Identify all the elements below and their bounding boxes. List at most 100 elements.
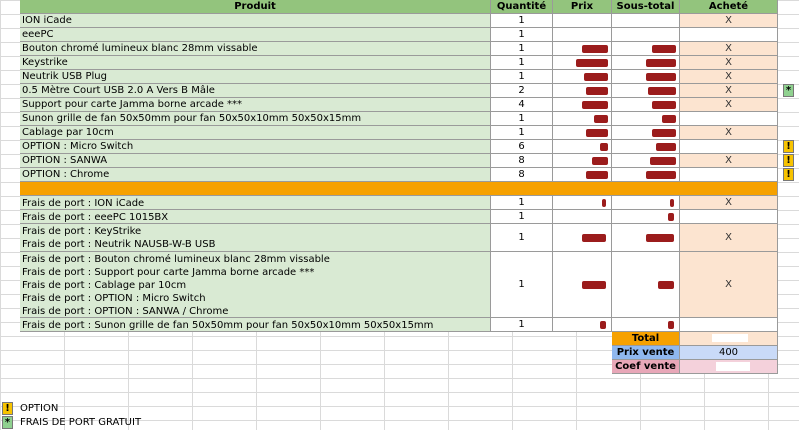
coef-vente-value[interactable] [680,360,778,374]
shipping-quantity: 1 [491,252,553,318]
redacted-subtotal [662,115,676,123]
shipping-line: Frais de port : OPTION : SANWA / Chrome [22,306,229,317]
product-name[interactable]: Neutrik USB Plug [20,70,491,84]
redacted-price [576,59,608,67]
quantity-cell: 4 [491,98,553,112]
bought-cell [680,168,778,182]
product-name[interactable]: OPTION : Chrome [20,168,491,182]
shipping-bought: X [680,196,778,210]
shipping-description: Frais de port : Bouton chromé lumineux b… [20,252,491,318]
redacted-subtotal [670,199,674,207]
redacted-price [600,321,606,329]
shipping-line: Frais de port : KeyStrike [22,226,142,237]
total-value [680,332,778,346]
product-name[interactable]: Bouton chromé lumineux blanc 28mm vissab… [20,42,491,56]
quantity-cell: 6 [491,140,553,154]
redacted-subtotal [658,281,674,289]
prix-vente-value[interactable]: 400 [680,346,778,360]
quantity-cell: 8 [491,154,553,168]
shipping-quantity: 1 [491,318,553,332]
redacted-price [582,234,606,242]
redacted-subtotal [668,213,674,221]
redacted-subtotal [646,234,674,242]
shipping-line: Frais de port : Cablage par 10cm [22,280,187,291]
redacted-price [600,143,608,151]
bought-cell: X [680,154,778,168]
bought-cell: X [680,98,778,112]
shipping-bought [680,210,778,224]
shipping-line: Frais de port : ION iCade [22,198,145,209]
quantity-cell: 1 [491,56,553,70]
header-price: Prix [553,0,612,14]
quantity-cell: 1 [491,112,553,126]
bought-cell [680,140,778,154]
shipping-bought [680,318,778,332]
quantity-cell: 1 [491,28,553,42]
redacted-subtotal [656,143,676,151]
quantity-cell: 1 [491,42,553,56]
total-label: Total [612,332,680,346]
product-name[interactable]: OPTION : Micro Switch [20,140,491,154]
redacted-price [594,115,608,123]
redacted-subtotal [668,321,674,329]
shipping-description: Frais de port : eeePC 1015BX [20,210,491,224]
redacted-subtotal [648,87,676,95]
product-name[interactable]: Sunon grille de fan 50x50mm pour fan 50x… [20,112,491,126]
shipping-quantity: 1 [491,210,553,224]
redacted-subtotal [646,59,676,67]
bought-cell: X [680,42,778,56]
bought-cell: X [680,84,778,98]
price-cell [553,14,612,28]
shipping-line: Frais de port : OPTION : Micro Switch [22,293,206,304]
redacted-subtotal [646,73,676,81]
product-name: Cablage par 10cm [20,126,491,140]
redacted-subtotal [652,45,676,53]
option-marker: ! [783,154,794,167]
redacted-price [584,73,608,81]
redacted-price [586,171,608,179]
shipping-description: Frais de port : Sunon grille de fan 50x5… [20,318,491,332]
shipping-line: Frais de port : Sunon grille de fan 50x5… [22,320,434,331]
option-marker: ! [783,140,794,153]
coef-vente-label: Coef vente [612,360,680,374]
product-name[interactable]: OPTION : SANWA [20,154,491,168]
legend-option-label: OPTION [20,403,59,414]
shipping-quantity: 1 [491,196,553,210]
product-name: ION iCade [20,14,491,28]
quantity-cell: 1 [491,70,553,84]
quantity-cell: 8 [491,168,553,182]
option-marker: ! [783,168,794,181]
redacted-price [592,157,608,165]
bought-cell: X [680,70,778,84]
shipping-line: Frais de port : Bouton chromé lumineux b… [22,254,330,265]
redacted-subtotal [646,171,676,179]
shipping-quantity: 1 [491,224,553,252]
legend-free-label: FRAIS DE PORT GRATUIT [20,417,142,428]
coef-vente-box [716,362,750,371]
quantity-cell: 1 [491,14,553,28]
shipping-line: Frais de port : eeePC 1015BX [22,212,169,223]
header-subtotal: Sous-total [612,0,680,14]
product-name[interactable]: Keystrike [20,56,491,70]
redacted-price [602,199,606,207]
redacted-price [582,45,608,53]
redacted-price [586,129,608,137]
product-name[interactable]: 0.5 Mètre Court USB 2.0 A Vers B Mâle [20,84,491,98]
shipping-bought: X [680,224,778,252]
redacted-subtotal [652,129,676,137]
free-shipping-marker: * [783,84,794,97]
subtotal-cell [612,14,680,28]
shipping-line: Frais de port : Neutrik NAUSB-W-B USB [22,239,216,250]
product-name[interactable]: Support pour carte Jamma borne arcade **… [20,98,491,112]
shipping-description: Frais de port : KeyStrike Frais de port :… [20,224,491,252]
quantity-cell: 1 [491,126,553,140]
redacted-price [582,101,608,109]
header-product: Produit [20,0,491,14]
header-quantity: Quantité [491,0,553,14]
bought-cell [680,112,778,126]
quantity-cell: 2 [491,84,553,98]
bought-cell: X [680,126,778,140]
price-cell [553,28,612,42]
legend-free-marker: * [2,416,13,429]
shipping-price [553,210,612,224]
